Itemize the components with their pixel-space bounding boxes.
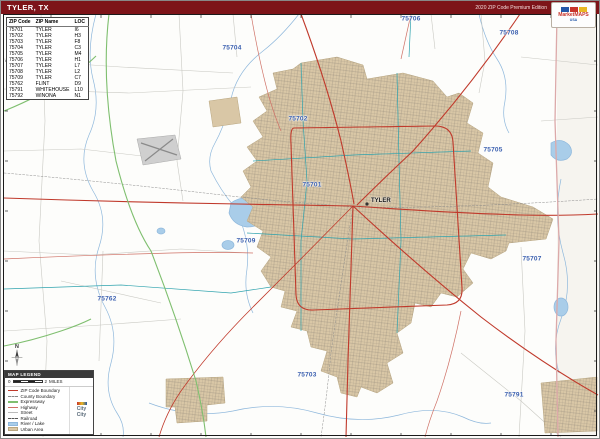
zip-code-table: ZIP Code ZIP Name LOC 75701 TYLER I6 75702… (6, 17, 90, 100)
table-row: 75702 TYLER H3 (7, 33, 89, 39)
col-zip-code: ZIP Code (6, 17, 34, 27)
table-header-row: ZIP Code ZIP Name LOC (6, 17, 89, 27)
loc-cell: N1 (74, 92, 81, 99)
table-row: 75703 TYLER F8 (7, 39, 89, 45)
street-swatch (8, 412, 18, 414)
table-row: 75708 TYLER L2 (7, 69, 89, 75)
legend-label: Railroad (20, 415, 38, 421)
scale-tick: 0 (8, 379, 11, 384)
legend-label: ZIP Code Boundary (20, 388, 60, 394)
zip-boundary-swatch (8, 390, 18, 392)
zip-label: 75707 (522, 255, 542, 263)
table-row: 75792 WINONA N1 (7, 93, 89, 100)
legend-row: Urban Area (8, 427, 66, 433)
city-marker (365, 202, 369, 206)
railroad-swatch (8, 417, 18, 419)
legend-label: Highway (20, 404, 38, 410)
scale-bar-segments (12, 380, 43, 383)
legend-label: River / Lake (20, 421, 45, 427)
zip-name-cell: WINONA (35, 92, 57, 99)
table-row: 75704 TYLER C3 (7, 45, 89, 51)
legend-label: Urban Area (20, 426, 44, 432)
compass-rose: N (11, 344, 23, 366)
edition-label: 2020 ZIP Code Premium Edition (475, 4, 547, 11)
map-title: TYLER, TX (7, 3, 49, 12)
zip-label: 75704 (222, 44, 242, 52)
legend-label: County Boundary (20, 393, 56, 399)
scale-tick: 2 (44, 379, 48, 384)
map-legend: MAP LEGEND 0 2 MILES ZIP Code Boundary C… (4, 369, 94, 435)
zip-label: 75705 (483, 146, 503, 154)
col-zip-name: ZIP Name (33, 17, 73, 27)
title-bar: TYLER, TX 2020 ZIP Code Premium Edition (1, 1, 599, 14)
compass-north-label: N (15, 344, 19, 350)
scale-unit-label: MILES (49, 379, 63, 384)
zip-name-cell: WHITEHOUSE (35, 86, 70, 93)
city-logo-mark (76, 402, 87, 406)
zip-code-cell: 75792 (9, 92, 23, 99)
brand-logo: MarketMAPS USA (551, 2, 596, 28)
table-row: 75705 TYLER M4 (7, 51, 89, 57)
city-logo-text: City (76, 412, 87, 419)
zip-label: 75709 (236, 237, 256, 245)
col-loc: LOC (72, 17, 89, 27)
legend-label: Expressway (20, 399, 45, 405)
zip-label: 75791 (504, 391, 524, 399)
table-row: 75762 FLINT D9 (7, 81, 89, 87)
county-boundary-swatch (8, 395, 18, 397)
table-row: 75709 TYLER C7 (7, 75, 89, 81)
county-margin (557, 14, 598, 437)
table-row: 75706 TYLER H1 (7, 57, 89, 63)
city-logo: City City (69, 386, 93, 434)
legend-label: Street (20, 410, 33, 416)
zip-label: 75703 (297, 371, 317, 379)
table-row: 75707 TYLER L7 (7, 63, 89, 69)
table-row: 75791 WHITEHOUSE L10 (7, 87, 89, 93)
urban-area-swatch (8, 427, 18, 432)
highway-swatch (8, 406, 18, 408)
zip-label: 75708 (499, 29, 519, 37)
airport-icon (136, 134, 182, 166)
water-swatch (8, 421, 18, 426)
legend-items: ZIP Code Boundary County Boundary Expres… (5, 387, 69, 435)
scale-bar: 0 2 MILES (5, 378, 93, 387)
zip-label: 75706 (401, 15, 421, 23)
brand-tagline: USA (569, 18, 578, 23)
zip-label: 75762 (97, 295, 117, 303)
expressway-swatch (8, 400, 18, 403)
legend-title: MAP LEGEND (5, 370, 93, 378)
table-row: 75701 TYLER I6 (7, 26, 89, 33)
map-page: 75706 75708 75704 75702 75705 75701 7570… (0, 0, 600, 439)
city-label-tyler: TYLER (371, 198, 391, 204)
zip-label: 75702 (288, 115, 308, 123)
zip-label: 75701 (302, 181, 322, 189)
